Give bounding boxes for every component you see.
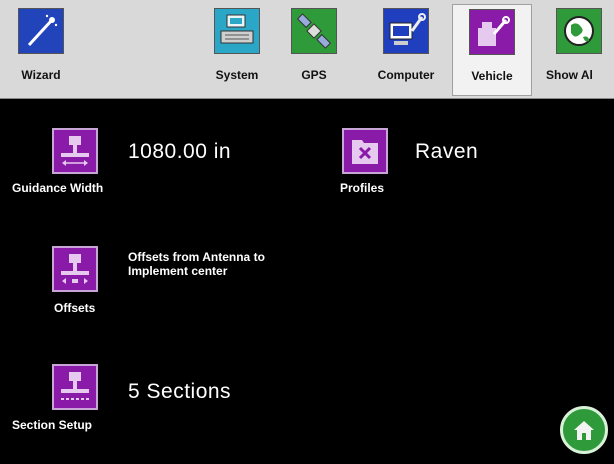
computer-wrench-icon xyxy=(383,8,429,54)
implement-sections-icon xyxy=(61,372,89,400)
guidance-width-value: 1080.00 in xyxy=(128,140,232,163)
guidance-width-label: Guidance Width xyxy=(12,181,104,195)
offsets-label: Offsets xyxy=(54,301,96,315)
guidance-width-button[interactable] xyxy=(52,128,98,174)
tab-vehicle-label: Vehicle xyxy=(471,69,513,83)
implement-width-icon xyxy=(61,136,89,166)
gps-satellite-icon xyxy=(291,8,337,54)
profiles-folder-icon xyxy=(352,140,378,164)
tab-system[interactable]: System xyxy=(202,4,272,96)
tab-computer[interactable]: Computer xyxy=(368,4,444,96)
section-setup-button[interactable] xyxy=(52,364,98,410)
profiles-value: Raven xyxy=(415,140,479,163)
tab-show-all-label: Show Al xyxy=(546,68,593,82)
system-monitor-icon xyxy=(214,8,260,54)
offsets-description: Offsets from Antenna to Implement center xyxy=(128,250,265,278)
section-setup-value: 5 Sections xyxy=(128,380,232,403)
settings-tab-bar: Wizard System GPS Computer Vehicle Show … xyxy=(0,0,614,99)
tab-computer-label: Computer xyxy=(377,68,435,82)
tab-gps[interactable]: GPS xyxy=(286,4,342,96)
vehicle-wrench-icon xyxy=(469,9,515,55)
tab-wizard-label: Wizard xyxy=(21,68,61,82)
profiles-label: Profiles xyxy=(340,181,385,195)
tab-wizard[interactable]: Wizard xyxy=(4,4,78,96)
globe-icon xyxy=(556,8,602,54)
home-button[interactable] xyxy=(560,406,608,454)
tab-show-all[interactable]: Show Al xyxy=(546,4,614,96)
home-icon xyxy=(574,421,594,440)
section-setup-label: Section Setup xyxy=(12,418,93,432)
tab-gps-label: GPS xyxy=(301,68,327,82)
wizard-wand-icon xyxy=(18,8,64,54)
implement-offset-icon xyxy=(61,254,89,284)
tab-vehicle[interactable]: Vehicle xyxy=(452,4,532,96)
offsets-button[interactable] xyxy=(52,246,98,292)
profiles-button[interactable] xyxy=(342,128,388,174)
tab-system-label: System xyxy=(215,68,259,82)
